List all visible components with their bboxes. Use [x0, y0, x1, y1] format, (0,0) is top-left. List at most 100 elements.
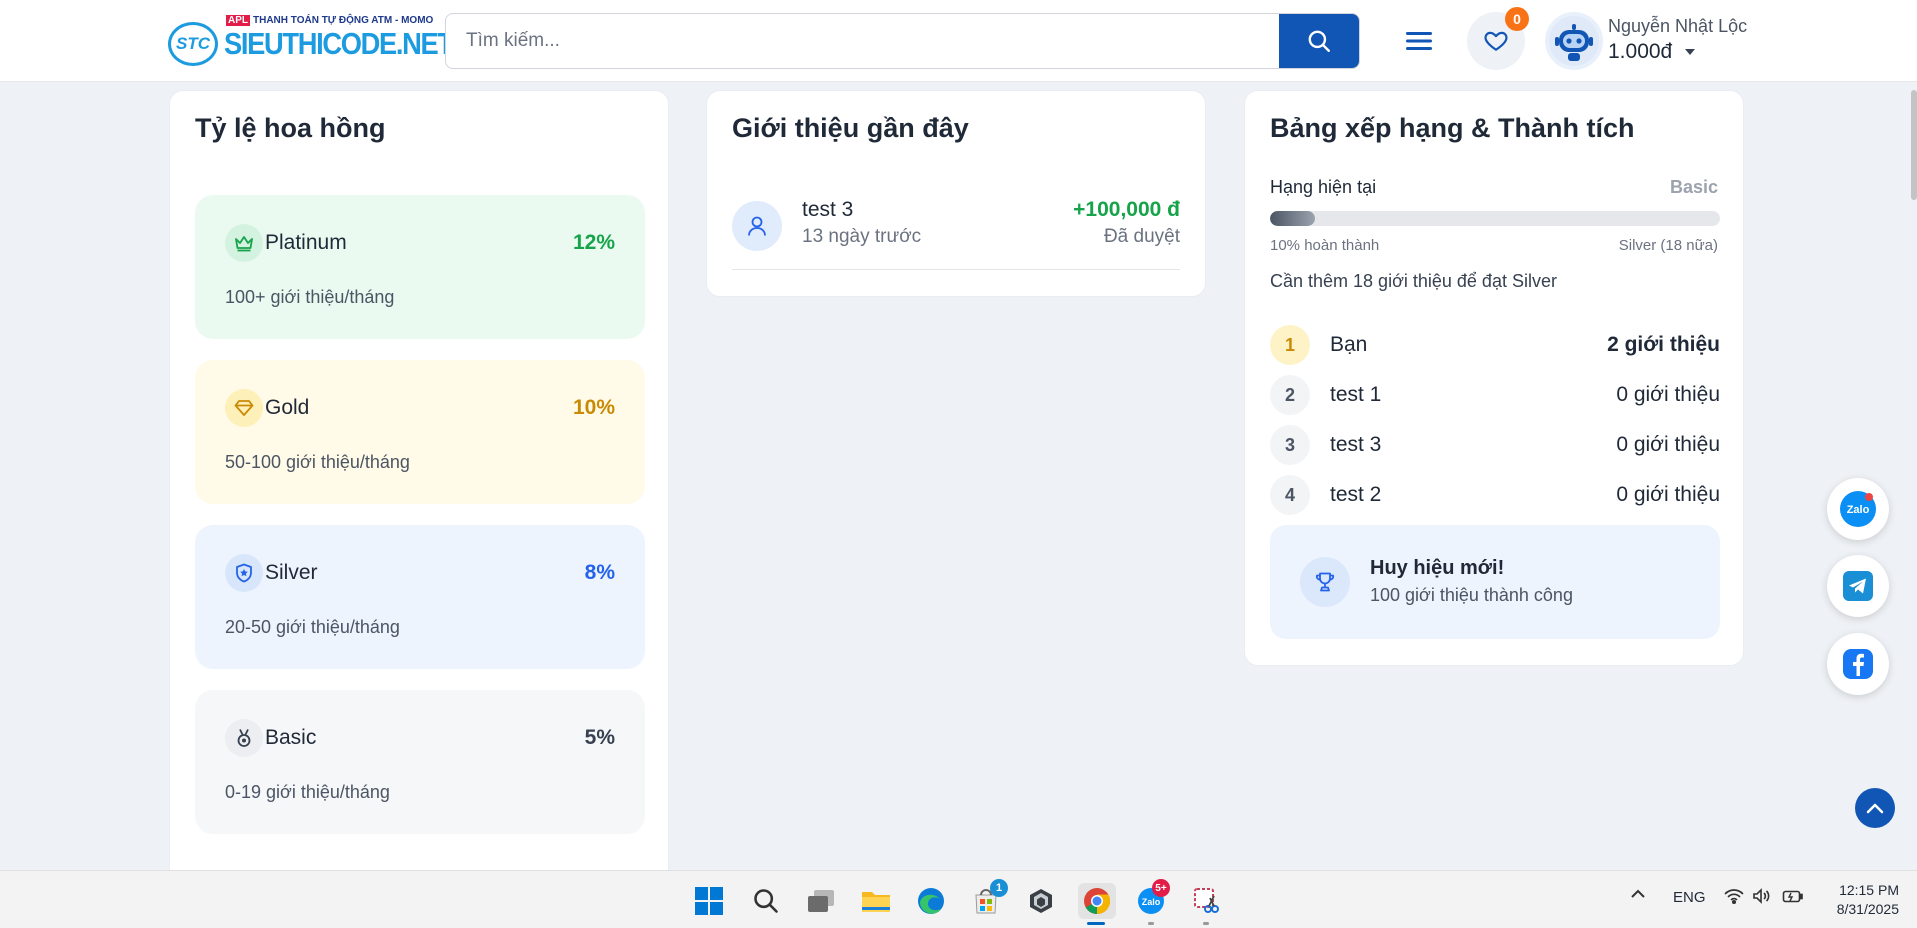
running-app-indicator [1148, 922, 1154, 925]
tier-rate: 10% [572, 396, 615, 419]
facebook-contact-button[interactable] [1827, 633, 1889, 695]
leaderboard-name: test 2 [1330, 483, 1382, 506]
zalo-notification-badge: 5+ [1152, 879, 1170, 897]
user-name[interactable]: Nguyễn Nhật Lộc [1608, 16, 1747, 37]
volume-icon [1753, 888, 1770, 904]
caret-down-icon[interactable] [1685, 49, 1695, 55]
progress-complete-text: 10% hoàn thành [1270, 237, 1380, 254]
commission-card: Tỷ lệ hoa hồng Platinum 12% 100+ giới th… [169, 90, 669, 890]
rank-number: 4 [1270, 475, 1310, 515]
current-rank-label: Hạng hiện tại [1270, 177, 1377, 197]
rank-number: 1 [1270, 325, 1310, 365]
shield-star-icon [225, 554, 263, 592]
taskbar-search-button[interactable] [748, 883, 784, 919]
recent-title: Giới thiệu gần đây [732, 113, 969, 143]
page-scrollbar[interactable] [1911, 90, 1917, 200]
ranking-card: Bảng xếp hạng & Thành tích Hạng hiện tại… [1244, 90, 1744, 666]
active-app-indicator [1087, 922, 1105, 925]
language-indicator[interactable]: ENG [1673, 889, 1706, 906]
tier-name: Platinum [265, 231, 347, 254]
chrome-button[interactable] [1078, 883, 1116, 919]
rank-number: 3 [1270, 425, 1310, 465]
chrome-icon [1084, 888, 1111, 915]
tier-desc: 20-50 giới thiệu/tháng [225, 617, 400, 637]
scroll-to-top-button[interactable] [1855, 788, 1895, 828]
leaderboard-row: 2 test 1 0 giới thiệu [1270, 375, 1720, 415]
leaderboard-count: 0 giới thiệu [1616, 433, 1720, 456]
rank-progress-bar [1270, 211, 1720, 226]
medal-icon [225, 719, 263, 757]
app-button[interactable] [1023, 883, 1059, 919]
logo-name: SIEUTHICODE.NET [224, 26, 454, 61]
battery-status[interactable] [1782, 888, 1804, 908]
snipping-tool-button[interactable] [1188, 883, 1224, 919]
leaderboard-count: 0 giới thiệu [1616, 383, 1720, 406]
leaderboard-name: test 3 [1330, 433, 1382, 456]
tier-name: Silver [265, 561, 318, 584]
show-hidden-icons[interactable] [1630, 887, 1646, 904]
search-input[interactable] [446, 14, 1281, 68]
search-icon [1308, 30, 1330, 52]
system-clock[interactable]: 12:15 PM 8/31/2025 [1823, 881, 1899, 919]
tier-desc: 0-19 giới thiệu/tháng [225, 782, 390, 802]
commission-title: Tỷ lệ hoa hồng [195, 113, 386, 143]
leaderboard-count: 2 giới thiệu [1607, 333, 1720, 356]
zalo-taskbar-label: Zalo [1142, 897, 1161, 907]
leaderboard-row: 4 test 2 0 giới thiệu [1270, 475, 1720, 515]
referral-name: test 3 [802, 198, 854, 221]
menu-button[interactable] [1400, 22, 1438, 60]
volume-control[interactable] [1752, 888, 1772, 908]
start-button[interactable] [691, 883, 727, 919]
clock-date: 8/31/2025 [1836, 901, 1899, 917]
leaderboard-name: Bạn [1330, 333, 1368, 356]
search-button[interactable] [1279, 14, 1359, 68]
progress-next-text: Silver (18 nữa) [1618, 237, 1718, 254]
folder-icon [862, 892, 890, 912]
tier-desc: 50-100 giới thiệu/tháng [225, 452, 410, 472]
tier-platinum: Platinum 12% 100+ giới thiệu/tháng [195, 195, 645, 339]
windows-taskbar: 1 Zalo 5+ ENG 12:15 PM 8/31/2025 [0, 870, 1917, 928]
tier-name: Basic [265, 726, 317, 749]
logo-tag-highlight: APL [226, 15, 250, 26]
logo-short-text: STC [176, 34, 210, 53]
search-icon [754, 889, 778, 913]
leaderboard-row: 3 test 3 0 giới thiệu [1270, 425, 1720, 465]
rank-number: 2 [1270, 375, 1310, 415]
badge-subtitle: 100 giới thiệu thành công [1370, 585, 1573, 605]
clock-time: 12:15 PM [1839, 882, 1899, 898]
edge-browser-button[interactable] [913, 883, 949, 919]
zalo-contact-button[interactable]: Zalo [1827, 478, 1889, 540]
user-balance[interactable]: 1.000đ [1608, 40, 1672, 64]
battery-icon [1782, 890, 1803, 903]
tier-name: Gold [265, 396, 310, 419]
heart-icon [1484, 31, 1508, 51]
chevron-up-icon [1866, 803, 1884, 814]
diamond-icon [225, 389, 263, 427]
wifi-icon [1724, 889, 1744, 905]
divider [732, 269, 1180, 270]
site-logo[interactable]: STC APL THANH TOÁN TỰ ĐỘNG ATM - MOMO SIE… [168, 12, 454, 68]
user-avatar[interactable] [1545, 12, 1603, 70]
wifi-status[interactable] [1724, 888, 1744, 908]
zalo-label: Zalo [1847, 504, 1870, 516]
task-view-button[interactable] [803, 883, 839, 919]
referral-amount: +100,000 đ [1073, 198, 1180, 221]
file-explorer-button[interactable] [858, 883, 894, 919]
wishlist-count-badge: 0 [1505, 7, 1529, 31]
robot-avatar-icon [1549, 16, 1599, 66]
running-app-indicator [1203, 922, 1209, 925]
referral-time: 13 ngày trước [802, 226, 922, 247]
task-view-icon [808, 890, 834, 912]
badge-title: Huy hiệu mới! [1370, 557, 1505, 579]
telegram-icon [1843, 571, 1873, 601]
recent-referrals-card: Giới thiệu gần đây test 3 13 ngày trước … [706, 90, 1206, 297]
current-rank-value: Basic [1669, 177, 1718, 197]
logo-badge: STC [168, 22, 218, 66]
hexagon-app-icon [1030, 889, 1052, 913]
new-badge-box: Huy hiệu mới! 100 giới thiệu thành công [1270, 525, 1720, 639]
tier-desc: 100+ giới thiệu/tháng [225, 287, 395, 307]
tier-rate: 8% [584, 561, 615, 584]
windows-logo-icon [695, 887, 723, 915]
facebook-icon [1843, 649, 1873, 679]
telegram-contact-button[interactable] [1827, 555, 1889, 617]
